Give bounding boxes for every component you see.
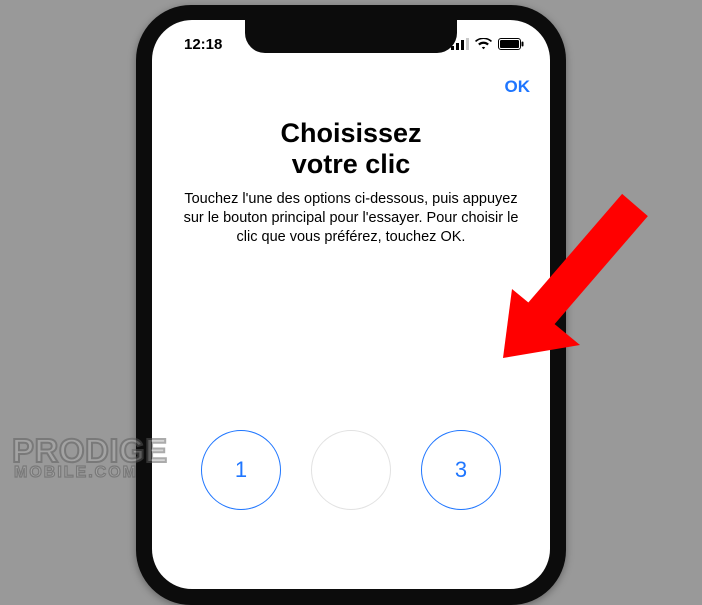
ok-button[interactable]: OK	[505, 77, 531, 97]
screen: 12:18	[152, 20, 550, 589]
notch	[245, 20, 457, 53]
phone-frame: 12:18	[136, 5, 566, 605]
option-2-button[interactable]	[311, 430, 391, 510]
option-3-button[interactable]: 3	[421, 430, 501, 510]
status-time: 12:18	[184, 36, 222, 53]
watermark: PRODIGE MOBILE.COM	[12, 436, 168, 482]
battery-icon	[498, 38, 524, 50]
title-line-2: votre clic	[292, 149, 411, 179]
page-title: Choisissez votre clic	[178, 118, 524, 180]
watermark-brand: PRODIGE	[12, 436, 168, 466]
status-icons	[451, 38, 524, 50]
wifi-icon	[475, 38, 492, 50]
title-line-1: Choisissez	[280, 118, 421, 148]
content: Choisissez votre clic Touchez l'une des …	[152, 118, 550, 247]
click-options: 1 3	[152, 430, 550, 589]
option-1-button[interactable]: 1	[201, 430, 281, 510]
page-subtitle: Touchez l'une des options ci-dessous, pu…	[178, 190, 524, 247]
nav-bar: OK	[152, 66, 550, 108]
